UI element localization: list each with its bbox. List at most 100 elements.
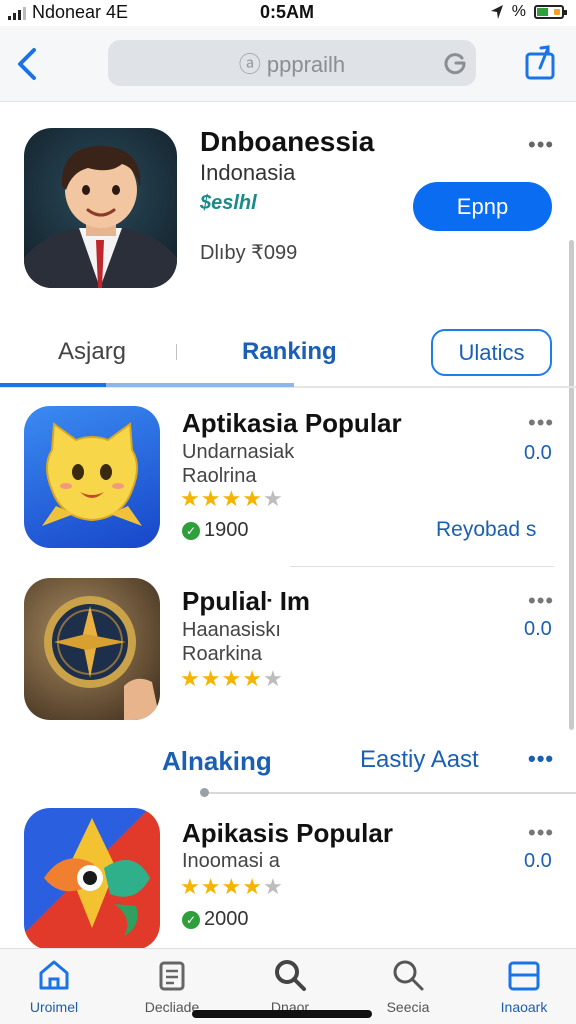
app-header: Dnboanessia Indonasia $eslhl Dlıby ₹099 … bbox=[0, 102, 576, 322]
search-value: ppprailh bbox=[266, 52, 346, 77]
more-options-icon[interactable]: ••• bbox=[528, 746, 554, 772]
location-icon bbox=[490, 5, 503, 19]
app-avatar-icon bbox=[24, 128, 177, 288]
home-icon bbox=[39, 960, 69, 990]
star-icon: ★ bbox=[262, 666, 284, 691]
share-icon bbox=[525, 45, 555, 80]
check-icon: ✓ bbox=[182, 521, 200, 540]
price-button[interactable]: 0.0 bbox=[524, 618, 552, 641]
more-options-icon[interactable]: ••• bbox=[528, 410, 554, 436]
rating-stars: ★★★★★ bbox=[180, 666, 284, 692]
tab-underline bbox=[0, 383, 294, 387]
battery-charge-dot bbox=[554, 9, 560, 15]
app-category: Roarkina bbox=[182, 643, 263, 665]
star-icon: ★ bbox=[221, 486, 243, 511]
more-options-icon[interactable]: ••• bbox=[528, 820, 554, 846]
check-icon: ✓ bbox=[182, 910, 200, 929]
section-divider bbox=[204, 792, 576, 794]
percent-label: % bbox=[511, 3, 526, 20]
star-icon: ★ bbox=[180, 486, 201, 511]
tab-ulatics[interactable]: Ulatics bbox=[431, 329, 552, 376]
action-link[interactable]: Reyobad s bbox=[436, 518, 536, 542]
star-icon: ★ bbox=[242, 666, 263, 691]
app-name: Aptikasia Popular bbox=[182, 408, 402, 438]
lock-icon: ⓐ bbox=[238, 52, 261, 77]
download-count: ✓ 1900 bbox=[182, 519, 249, 542]
app-name: Ppuliaŀ Im bbox=[182, 586, 311, 616]
tab-inaoark[interactable]: Inaoark bbox=[474, 957, 574, 1015]
rating-stars: ★★★★★ bbox=[180, 486, 284, 512]
tab-label: Seecia bbox=[386, 999, 430, 1015]
carrier-label: Ndonear 4E bbox=[32, 2, 129, 22]
star-icon: ★ bbox=[180, 666, 201, 691]
navigation-bar: ⓐ ppprailh bbox=[0, 26, 576, 102]
page-dot bbox=[200, 788, 209, 797]
app-category: Raolrina bbox=[182, 465, 257, 487]
search-icon bbox=[393, 960, 424, 991]
status-time: 0:5AM bbox=[260, 2, 315, 22]
star-icon: ★ bbox=[221, 874, 243, 899]
share-button[interactable] bbox=[522, 42, 558, 82]
app-meta: Dlıby ₹099 bbox=[200, 242, 298, 264]
app-subtitle: Inoomasi a bbox=[182, 850, 280, 872]
section-title: Alnaking bbox=[162, 746, 272, 776]
star-icon: ★ bbox=[242, 486, 263, 511]
star-icon: ★ bbox=[200, 874, 222, 899]
more-options-icon[interactable]: ••• bbox=[528, 132, 554, 158]
tab-label: Uroimel bbox=[29, 999, 79, 1015]
segment-tabs: Asjarg Ranking Ulatics bbox=[0, 322, 576, 388]
signal-icon bbox=[8, 6, 26, 20]
battery-fill bbox=[537, 8, 548, 16]
count-value: 1900 bbox=[204, 519, 249, 541]
tab-label: Inaoark bbox=[500, 999, 548, 1015]
status-left: Ndonear 4E bbox=[8, 2, 128, 23]
home-indicator[interactable] bbox=[192, 1010, 372, 1018]
star-icon: ★ bbox=[262, 486, 284, 511]
app-subtitle: Haanasiskı bbox=[182, 619, 281, 641]
rating-stars: ★★★★★ bbox=[180, 874, 284, 900]
app-name: Apikasis Popular bbox=[182, 818, 393, 848]
app-tag: $eslhl bbox=[200, 192, 257, 214]
app-subtitle: Undarnasiak bbox=[182, 441, 295, 463]
price-button[interactable]: 0.0 bbox=[524, 850, 552, 873]
panel-icon bbox=[508, 961, 540, 991]
tab-home[interactable]: Uroimel bbox=[4, 957, 104, 1015]
chevron-left-icon bbox=[18, 48, 36, 80]
app-subtitle: Indonasia bbox=[200, 160, 296, 185]
back-button[interactable] bbox=[12, 44, 42, 84]
tab-dnaor[interactable]: Dnaor bbox=[240, 957, 340, 1015]
tab-separator bbox=[176, 344, 177, 360]
search-field[interactable]: ⓐ ppprailh bbox=[108, 40, 476, 86]
app-title: Dnboanessia bbox=[200, 126, 375, 157]
bird-app-icon bbox=[24, 808, 160, 950]
refresh-icon[interactable] bbox=[442, 50, 468, 76]
download-count: ✓ 2000 bbox=[182, 908, 249, 931]
star-icon: ★ bbox=[200, 666, 222, 691]
star-icon: ★ bbox=[180, 874, 201, 899]
list-item[interactable]: Apikasis Popular Inoomasi a ★★★★★ ✓ 2000 … bbox=[0, 800, 576, 950]
search-icon bbox=[275, 960, 306, 991]
more-options-icon[interactable]: ••• bbox=[528, 588, 554, 614]
cat-app-icon bbox=[24, 406, 160, 548]
tab-decliade[interactable]: Decliade bbox=[122, 957, 222, 1015]
star-icon: ★ bbox=[221, 666, 243, 691]
tab-seecia[interactable]: Seecia bbox=[358, 957, 458, 1015]
star-icon: ★ bbox=[262, 874, 284, 899]
price-button[interactable]: 0.0 bbox=[524, 442, 552, 465]
section-header: Alnaking Eastiy Aast ••• bbox=[0, 740, 576, 800]
section-link[interactable]: Eastiy Aast bbox=[360, 746, 479, 774]
star-icon: ★ bbox=[200, 486, 222, 511]
search-text: ⓐ ppprailh bbox=[239, 47, 345, 79]
status-bar: Ndonear 4E 0:5AM % bbox=[0, 0, 576, 26]
tab-ranking[interactable]: Ranking bbox=[242, 338, 337, 366]
clipboard-icon bbox=[159, 961, 185, 991]
list-item[interactable]: Aptikasia Popular Undarnasiak Raolrina ★… bbox=[0, 388, 576, 566]
list-item[interactable]: Ppuliaŀ Im Haanasiskı Roarkina ★★★★★ •••… bbox=[0, 566, 576, 736]
star-icon: ★ bbox=[242, 874, 263, 899]
battery-icon bbox=[534, 5, 567, 19]
status-right: % bbox=[490, 3, 567, 21]
compass-app-icon bbox=[24, 578, 160, 720]
count-value: 2000 bbox=[204, 908, 249, 930]
get-button[interactable]: Epnp bbox=[413, 182, 552, 231]
tab-asjarg[interactable]: Asjarg bbox=[58, 338, 126, 366]
